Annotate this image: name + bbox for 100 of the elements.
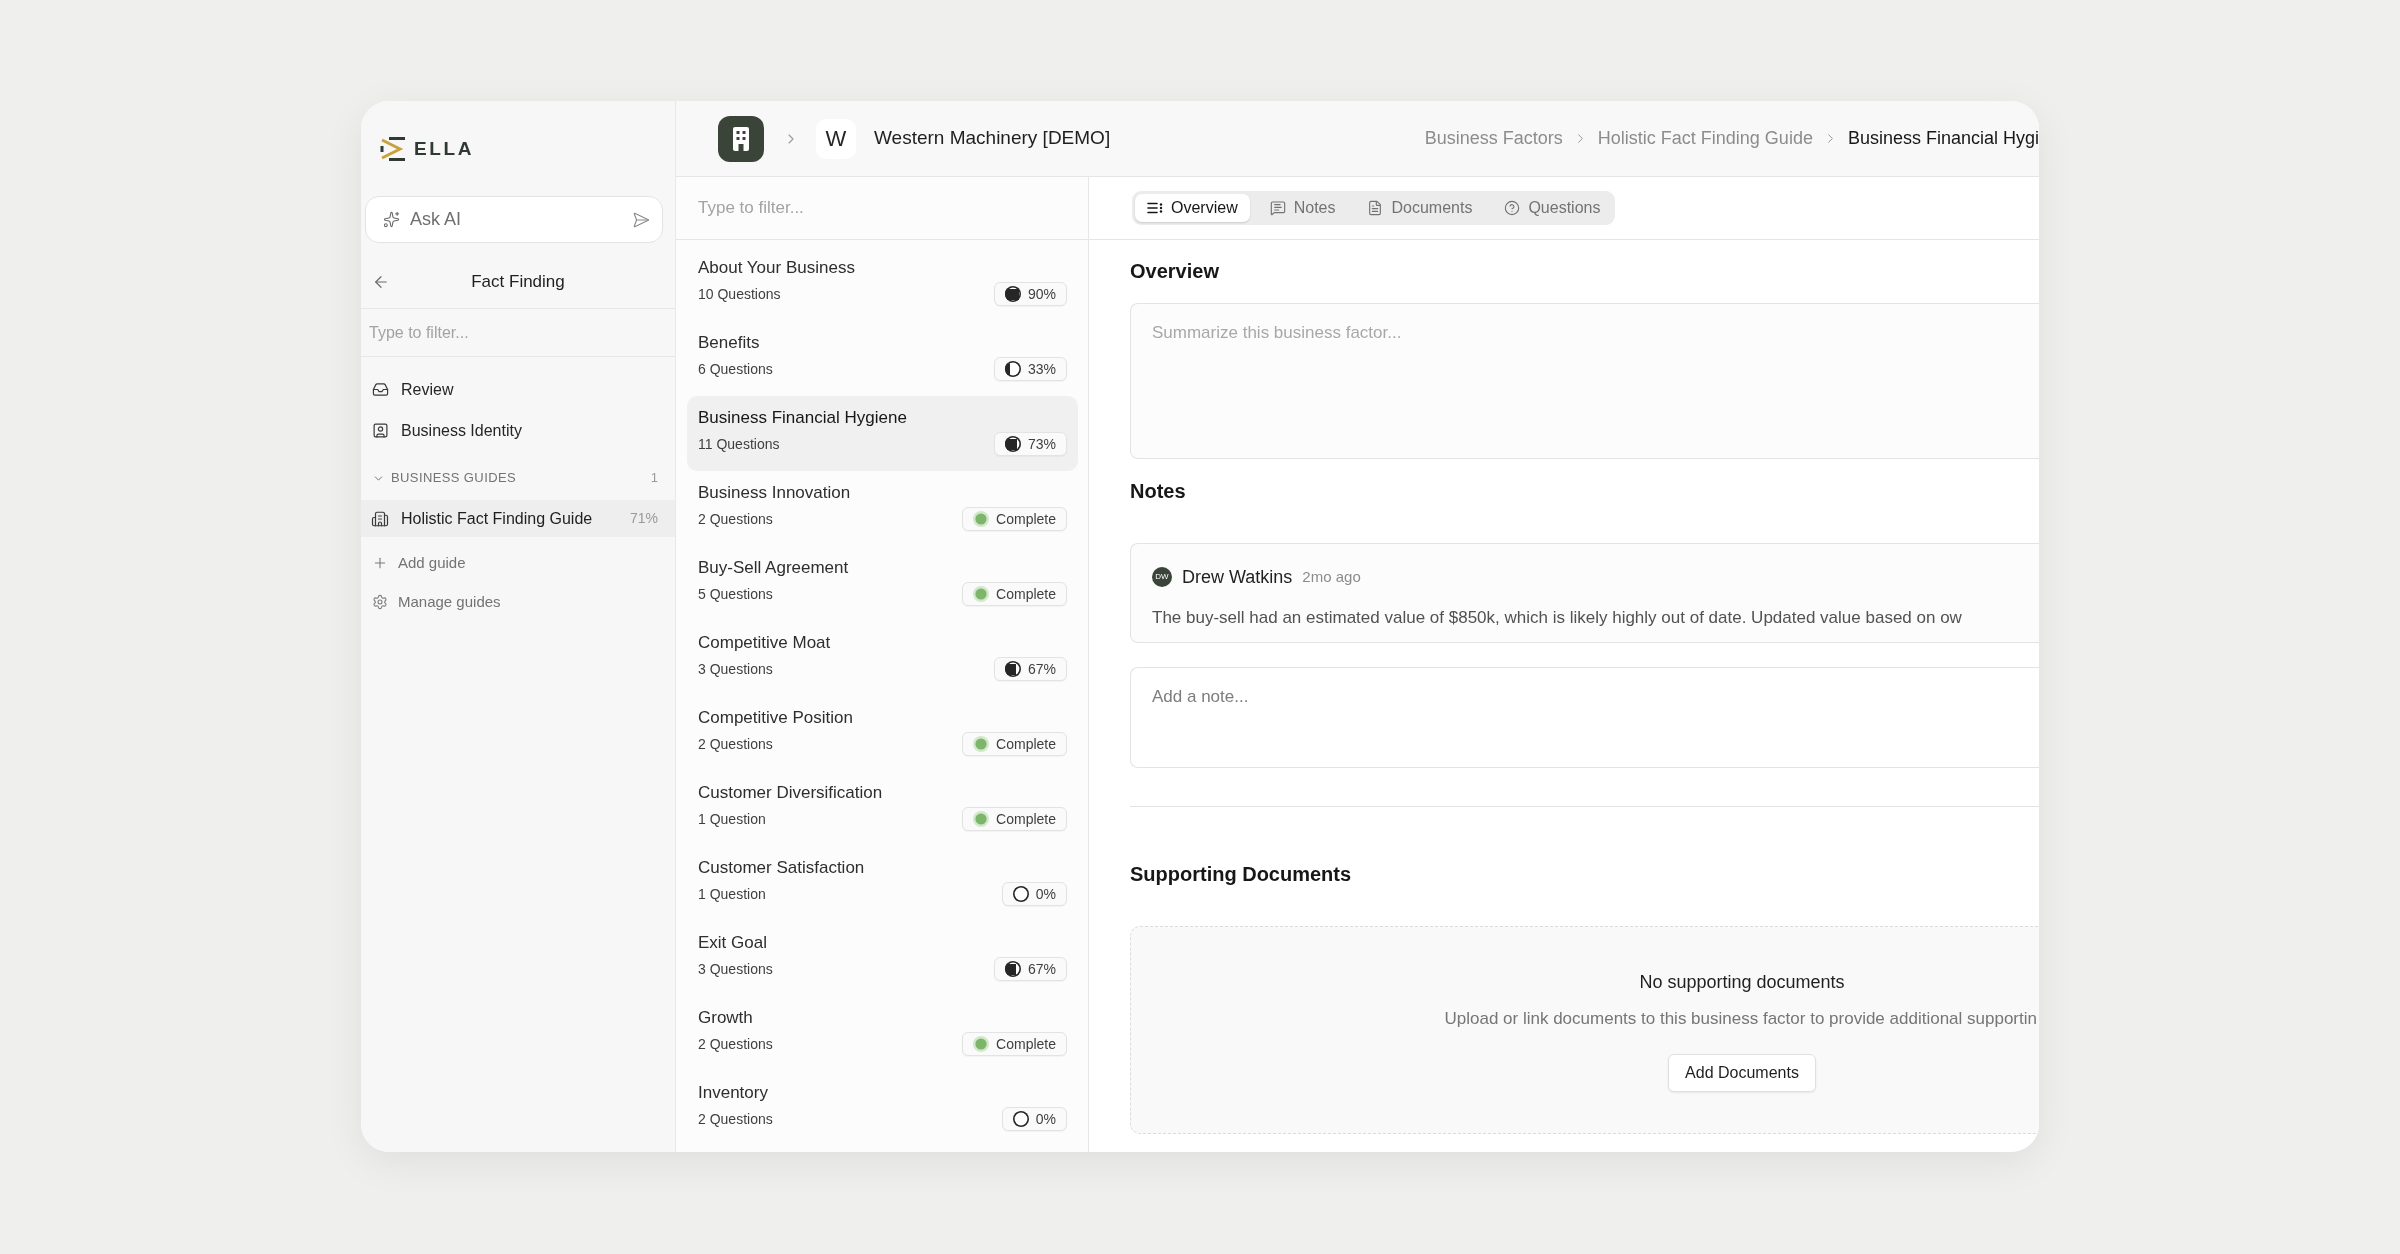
status-text: 0% (1035, 1110, 1056, 1128)
list-item[interactable]: Business Innovation 2 Questions Complete (687, 471, 1078, 546)
sparkle-icon (383, 211, 400, 228)
message-icon (1269, 200, 1286, 216)
help-icon (1504, 200, 1521, 216)
add-documents-button[interactable]: Add Documents (1668, 1054, 1816, 1092)
status-text: 90% (1027, 285, 1056, 303)
group-toggle[interactable]: BUSINESS GUIDES (372, 468, 517, 488)
building-icon (371, 509, 389, 528)
item-subtitle: 2 Questions (698, 1034, 773, 1054)
status-text: Complete (996, 735, 1056, 753)
inbox-icon (372, 381, 389, 398)
building-icon[interactable] (718, 115, 764, 162)
list-item[interactable]: Business Financial Hygiene 11 Questions 73% (687, 396, 1078, 471)
logo-text: ELLA (414, 137, 475, 161)
item-subtitle: 11 Questions (698, 434, 780, 454)
tab[interactable]: Notes (1257, 194, 1348, 222)
item-title: Competitive Position (698, 707, 854, 729)
tab[interactable]: Questions (1492, 194, 1613, 222)
item-subtitle: 2 Questions (698, 1109, 773, 1129)
list-icon (1147, 200, 1163, 216)
plus-icon (372, 555, 388, 571)
status-text: 73% (1027, 435, 1056, 453)
item-subtitle: 1 Question (698, 809, 766, 829)
list-item[interactable]: Competitive Moat 3 Questions 67% (687, 621, 1078, 696)
item-subtitle: 3 Questions (698, 959, 773, 979)
status-text: Complete (996, 1035, 1056, 1053)
note-field[interactable]: Add a note... (1130, 667, 2039, 768)
section-heading: Overview (1130, 259, 1220, 284)
list-item[interactable]: Competitive Position 2 Questions Complete (687, 696, 1078, 771)
sidebar-item[interactable]: Review (361, 369, 675, 410)
item-title: Exit Goal (698, 932, 768, 954)
status-dot-icon (973, 811, 990, 827)
guide-count: 1 (650, 469, 658, 488)
avatar: DW (1152, 567, 1172, 587)
item-subtitle: 3 Questions (698, 659, 773, 679)
status-text: 67% (1027, 960, 1056, 978)
add-guide-button[interactable]: Add guide (361, 545, 675, 581)
section-heading: Notes (1130, 479, 1187, 504)
list-item[interactable]: Inventory 2 Questions 0% (687, 1071, 1078, 1146)
list-item[interactable]: Exit Goal 3 Questions 67% (687, 921, 1078, 996)
item-subtitle: 1 Question (698, 884, 766, 904)
status-text: Complete (996, 510, 1056, 528)
sidebar-item[interactable]: Holistic Fact Finding Guide 71% (361, 500, 675, 537)
section-heading: Supporting Documents (1130, 862, 1353, 887)
item-subtitle: 2 Questions (698, 509, 773, 529)
item-title: Growth (698, 1007, 754, 1029)
ask-ai-field[interactable]: Ask AI (365, 196, 663, 243)
status-text: Complete (996, 585, 1056, 603)
send-button[interactable] (632, 210, 650, 229)
manage-guides-button[interactable]: Manage guides (361, 584, 675, 620)
company-avatar: W (816, 118, 856, 159)
status-text: 67% (1027, 660, 1056, 678)
empty-description: Upload or link documents to this business factor to provide additional supportin (1444, 1008, 2037, 1030)
section-title: Fact Finding (471, 270, 565, 293)
status-dot-icon (973, 586, 990, 602)
progress-track (1012, 886, 1029, 902)
status-dot-icon (973, 1036, 990, 1052)
item-subtitle: 6 Questions (698, 359, 773, 379)
logo-mark-icon (380, 137, 406, 161)
item-subtitle: 2 Questions (698, 734, 773, 754)
status-text: 0% (1035, 885, 1056, 903)
document-icon (1367, 200, 1384, 216)
filter-field[interactable]: Type to filter... (676, 177, 1088, 239)
list-item[interactable]: Buy-Sell Agreement 5 Questions Complete (687, 546, 1078, 621)
item-title: Buy-Sell Agreement (698, 557, 850, 579)
tab[interactable]: Overview (1135, 194, 1250, 222)
author-name: Drew Watkins (1182, 565, 1293, 589)
progress-track (1012, 1111, 1029, 1127)
item-title: Business Financial Hygiene (698, 407, 908, 429)
item-subtitle: 5 Questions (698, 584, 773, 604)
note-text: The buy-sell had an estimated value of $850k, which is likely highly out of date. Updated value based on ow (1152, 607, 1962, 629)
item-title: Business Innovation (698, 482, 852, 504)
ask-ai-input[interactable]: Ask AI (410, 197, 622, 242)
breadcrumb-current: Business Financial Hygi (1847, 127, 2039, 150)
empty-title: No supporting documents (1639, 971, 1845, 994)
item-title: Benefits (698, 332, 761, 354)
item-title: About Your Business (698, 257, 856, 279)
tab[interactable]: Documents (1355, 194, 1485, 222)
status-dot-icon (973, 511, 990, 527)
list-item[interactable]: About Your Business 10 Questions 90% (687, 246, 1078, 321)
company-name: Western Machinery [DEMO] (874, 126, 1111, 151)
status-dot-icon (973, 736, 990, 752)
id-card-icon (372, 422, 389, 439)
list-item[interactable]: Customer Diversification 1 Question Complete (687, 771, 1078, 846)
list-item[interactable]: Growth 2 Questions Complete (687, 996, 1078, 1071)
send-icon (632, 210, 650, 229)
settings-icon (372, 594, 388, 610)
item-title: Competitive Moat (698, 632, 832, 654)
item-title: Inventory (698, 1082, 769, 1104)
list-item[interactable]: Benefits 6 Questions 33% (687, 321, 1078, 396)
item-title: Customer Diversification (698, 782, 884, 804)
status-text: Complete (996, 810, 1056, 828)
filter-field[interactable]: Type to filter... (361, 309, 675, 356)
note-time: 2mo ago (1302, 566, 1361, 587)
summary-field[interactable]: Summarize this business factor... (1130, 303, 2039, 459)
list-item[interactable]: Customer Satisfaction 1 Question 0% (687, 846, 1078, 921)
sidebar-item[interactable]: Business Identity (361, 410, 675, 451)
status-text: 33% (1027, 360, 1056, 378)
item-subtitle: 10 Questions (698, 284, 781, 304)
